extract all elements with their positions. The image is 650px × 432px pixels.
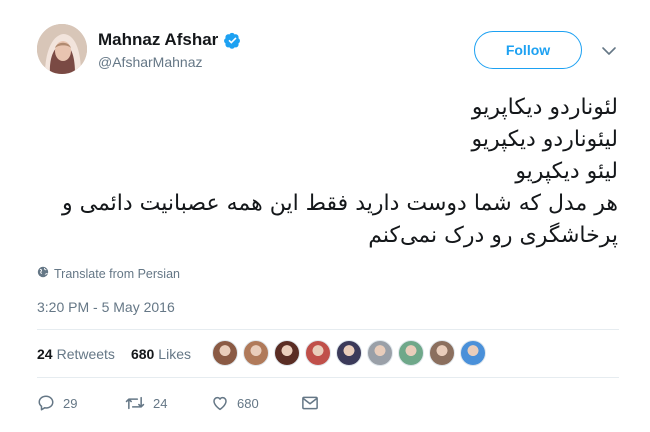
liker-avatar[interactable]	[429, 340, 455, 366]
liker-avatar[interactable]	[367, 340, 393, 366]
liker-avatar[interactable]	[460, 340, 486, 366]
verified-badge-icon	[224, 32, 241, 49]
follow-button[interactable]: Follow	[474, 31, 582, 69]
tweet-line: لیئوناردو دیکپریو	[471, 127, 618, 152]
translate-link[interactable]: Translate from Persian	[37, 266, 180, 281]
avatar[interactable]	[37, 24, 87, 74]
divider	[37, 329, 619, 330]
display-name[interactable]: Mahnaz Afshar	[98, 30, 218, 50]
retweet-icon	[125, 394, 145, 412]
like-count: 680	[237, 395, 259, 411]
tweet-text: لئوناردو دیکاپریو لیئوناردو دیکپریو لیئو…	[28, 92, 618, 252]
liker-avatar[interactable]	[336, 340, 362, 366]
chevron-down-icon[interactable]	[601, 44, 617, 56]
liker-avatars	[212, 340, 491, 366]
reply-button[interactable]: 29	[37, 394, 125, 412]
likes-stat[interactable]: 680 Likes	[131, 346, 191, 362]
retweets-count: 24	[37, 346, 53, 362]
liker-avatar[interactable]	[398, 340, 424, 366]
reply-icon	[37, 394, 55, 412]
reply-count: 29	[63, 395, 78, 411]
liker-avatar[interactable]	[243, 340, 269, 366]
tweet-card: Mahnaz Afshar @AfsharMahnaz Follow لئونا…	[0, 0, 650, 432]
likes-label: Likes	[158, 346, 191, 362]
action-bar: 29 24 680	[37, 394, 319, 412]
likes-count: 680	[130, 346, 155, 362]
globe-icon	[37, 266, 49, 281]
translate-label[interactable]: Translate from Persian	[54, 267, 180, 281]
user-handle[interactable]: @AfsharMahnaz	[98, 54, 202, 70]
like-button[interactable]: 680	[211, 394, 301, 412]
engagement-stats: 24 Retweets 680 Likes	[37, 346, 207, 362]
timestamp[interactable]: 3:20 PM - 5 May 2016	[37, 299, 175, 315]
retweets-label: Retweets	[56, 346, 115, 362]
direct-message-button[interactable]	[301, 395, 319, 411]
tweet-line: لیئو دیکپریو	[515, 159, 618, 184]
tweet-line: پرخاشگری رو درک نمی‌کنم	[368, 223, 618, 248]
retweet-count: 24	[153, 395, 168, 411]
divider	[37, 377, 619, 378]
liker-avatar[interactable]	[305, 340, 331, 366]
heart-icon	[211, 394, 229, 412]
liker-avatar[interactable]	[274, 340, 300, 366]
retweet-button[interactable]: 24	[125, 394, 211, 412]
author-name-row: Mahnaz Afshar	[98, 30, 241, 50]
liker-avatar[interactable]	[212, 340, 238, 366]
tweet-line: هر مدل که شما دوست دارید فقط این همه عصب…	[61, 191, 618, 216]
retweets-stat[interactable]: 24 Retweets	[37, 346, 115, 362]
tweet-line: لئوناردو دیکاپریو	[471, 95, 618, 120]
envelope-icon	[301, 395, 319, 411]
